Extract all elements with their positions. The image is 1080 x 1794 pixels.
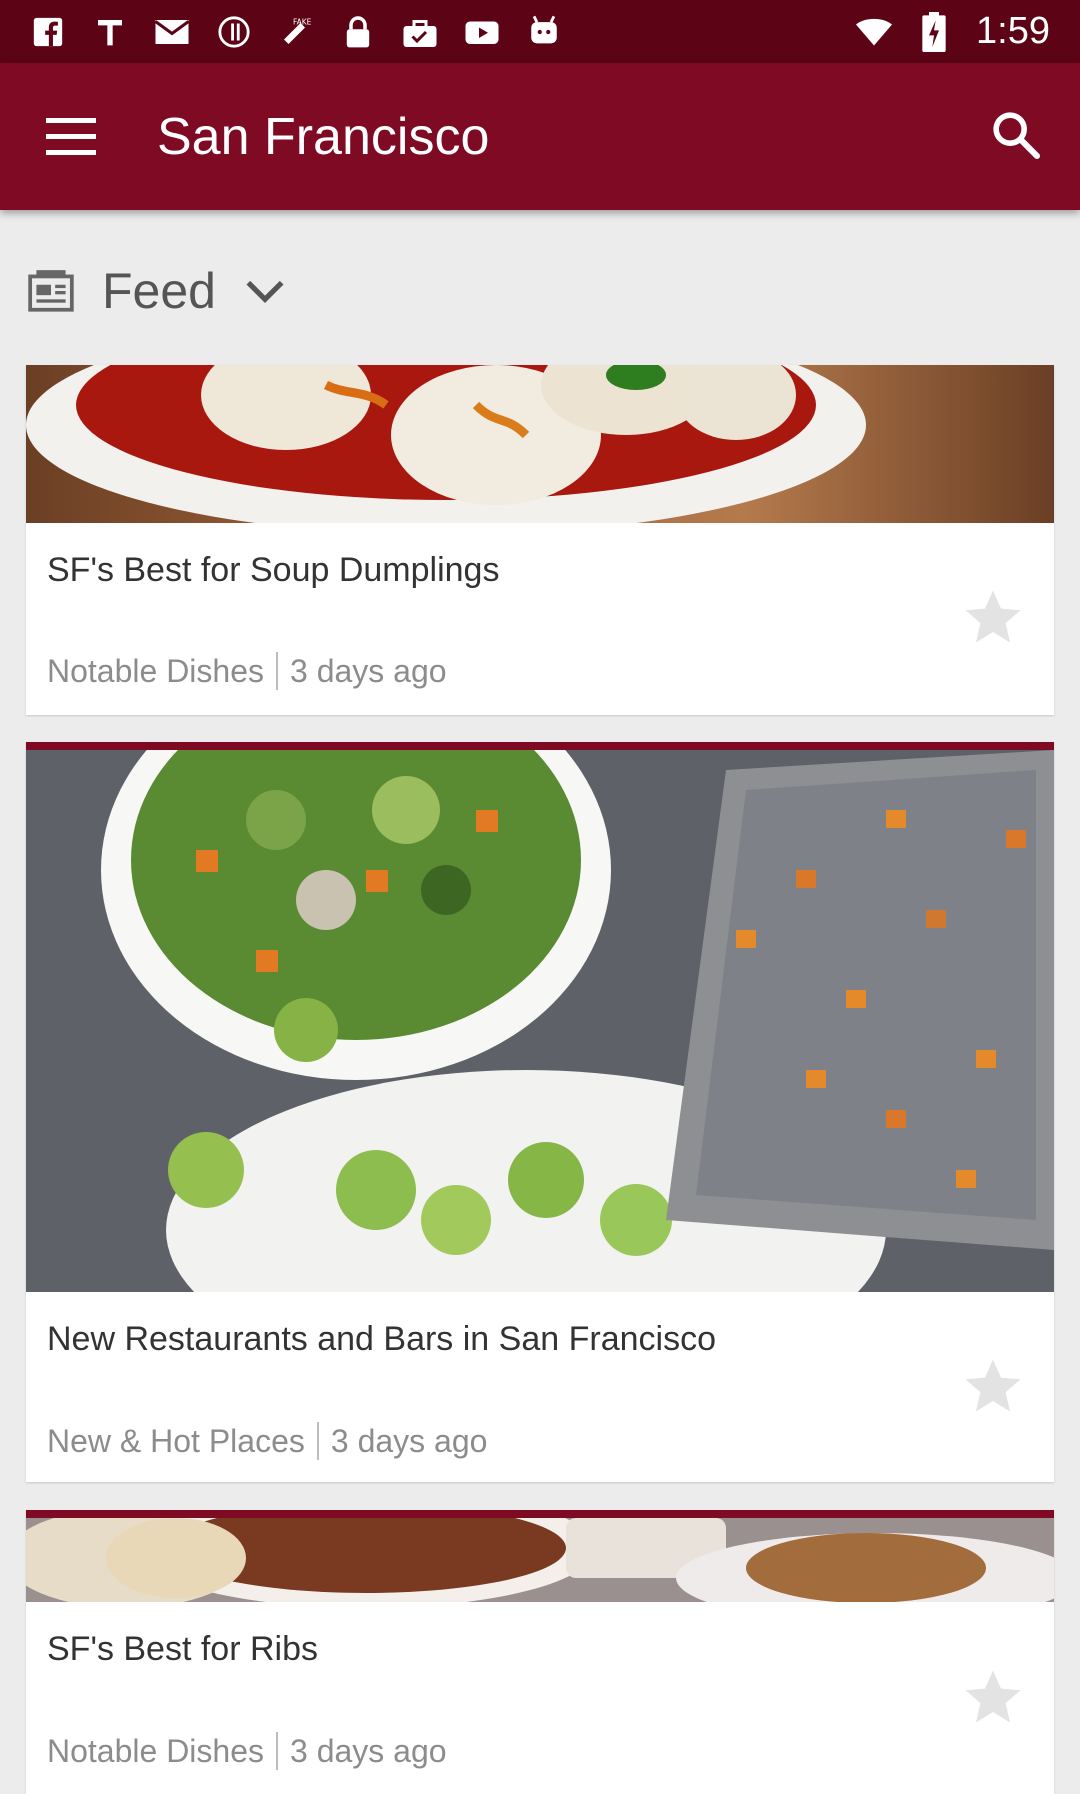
card-time: 3 days ago <box>290 1732 447 1769</box>
fake-gps-icon: FAKE <box>278 14 314 50</box>
feed-card[interactable]: SF's Best for Soup Dumplings Notable Dis… <box>26 365 1054 715</box>
feed-card[interactable]: SF's Best for Ribs Notable Dishes 3 days… <box>26 1510 1054 1794</box>
card-category[interactable]: New & Hot Places <box>47 1423 305 1460</box>
search-icon[interactable] <box>988 107 1044 163</box>
lock-icon <box>340 14 376 50</box>
card-time: 3 days ago <box>330 1422 488 1459</box>
android-icon <box>526 14 562 50</box>
card-meta: New & Hot Places 3 days ago <box>47 1422 487 1460</box>
meta-divider <box>276 1732 278 1770</box>
card-meta: Notable Dishes 3 days ago <box>47 652 447 690</box>
page-title: San Francisco <box>157 108 490 166</box>
star-icon[interactable] <box>960 1665 1026 1731</box>
mail-icon <box>154 14 190 50</box>
star-icon[interactable] <box>960 1354 1026 1420</box>
youtube-icon <box>464 14 500 50</box>
chevron-down-icon[interactable] <box>240 266 290 316</box>
card-category[interactable]: Notable Dishes <box>47 1733 264 1770</box>
wifi-icon <box>856 14 893 50</box>
meta-divider <box>316 1422 319 1460</box>
card-image[interactable] <box>26 750 1054 1292</box>
card-accent-line <box>26 1510 1054 1518</box>
star-icon[interactable] <box>960 585 1026 651</box>
meta-divider <box>276 652 278 690</box>
status-notification-icons: FAKE <box>0 14 562 50</box>
newspaper-icon <box>28 270 74 312</box>
t-icon <box>92 14 128 50</box>
card-title[interactable]: SF's Best for Ribs <box>47 1630 318 1669</box>
hamburger-menu-icon[interactable] <box>42 112 102 162</box>
feed-card[interactable]: New Restaurants and Bars in San Francisc… <box>26 742 1054 1482</box>
battery-charging-icon <box>916 11 952 52</box>
status-bar: FAKE 1:59 <box>0 0 1080 63</box>
card-time: 3 days ago <box>290 652 447 689</box>
card-title[interactable]: New Restaurants and Bars in San Francisc… <box>47 1320 716 1359</box>
bag-check-icon <box>402 14 438 50</box>
card-image[interactable] <box>26 1518 1054 1602</box>
app-bar: San Francisco <box>0 63 1080 210</box>
p-icon <box>216 14 252 50</box>
clock: 1:59 <box>976 10 1050 52</box>
card-title[interactable]: SF's Best for Soup Dumplings <box>47 551 499 590</box>
card-accent-line <box>26 742 1054 750</box>
facebook-icon <box>30 14 66 50</box>
feed-selector[interactable]: Feed <box>26 256 290 326</box>
card-meta: Notable Dishes 3 days ago <box>47 1732 447 1770</box>
svg-text:FAKE: FAKE <box>293 17 312 26</box>
card-category[interactable]: Notable Dishes <box>47 653 264 690</box>
card-image[interactable] <box>26 365 1054 523</box>
feed-label: Feed <box>102 263 216 319</box>
